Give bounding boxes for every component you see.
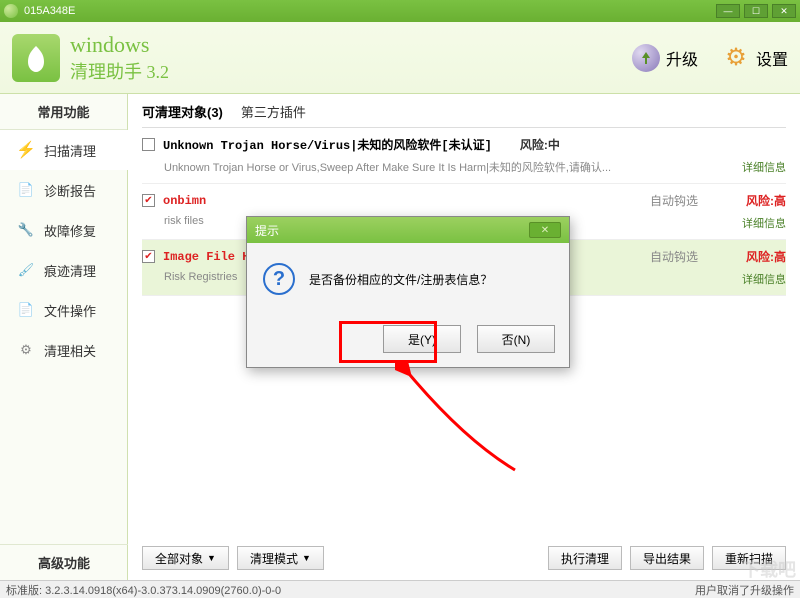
watermark: 下载吧 <box>742 556 796 582</box>
file-icon: 📄 <box>16 300 36 320</box>
app-title: windows 清理助手 3.2 <box>70 32 169 84</box>
upgrade-button[interactable]: 升级 <box>632 44 698 72</box>
version-text: 标准版: 3.2.3.14.0918(x64)-3.0.373.14.0909(… <box>6 582 281 598</box>
result-row-0[interactable]: Unknown Trojan Horse/Virus|未知的风险软件[未认证] … <box>142 128 786 184</box>
brush-icon: 🖌 <box>16 260 36 280</box>
gear-small-icon: ⚙ <box>16 340 36 360</box>
header: windows 清理助手 3.2 升级 ⚙ 设置 <box>0 22 800 94</box>
gear-icon: ⚙ <box>722 44 750 72</box>
close-button[interactable]: ✕ <box>772 4 796 18</box>
sidebar-item-scan-clean[interactable]: ⚡ 扫描清理 <box>0 130 127 170</box>
sidebar-item-file-ops[interactable]: 📄 文件操作 <box>0 290 127 330</box>
titlebar: 015A348E — ☐ ✕ <box>0 0 800 22</box>
dialog-no-button[interactable]: 否(N) <box>477 325 555 353</box>
execute-clean-button[interactable]: 执行清理 <box>548 546 622 570</box>
window-buttons: — ☐ ✕ <box>716 4 796 18</box>
disc-icon <box>632 44 660 72</box>
tab-plugins[interactable]: 第三方插件 <box>241 102 306 121</box>
sidebar-common-title: 常用功能 <box>0 94 127 130</box>
detail-link[interactable]: 详细信息 <box>742 159 786 175</box>
titlebar-logo-icon <box>4 4 18 18</box>
dialog-close-button[interactable]: ✕ <box>529 222 561 238</box>
status-message: 用户取消了升级操作 <box>695 582 794 598</box>
sidebar: 常用功能 ⚡ 扫描清理 📄 诊断报告 🔧 故障修复 🖌 痕迹清理 📄 文件操作 … <box>0 94 128 580</box>
app-logo-icon <box>12 34 60 82</box>
all-objects-dropdown[interactable]: 全部对象▼ <box>142 546 229 570</box>
dialog-message: 是否备份相应的文件/注册表信息？ <box>309 271 492 288</box>
wrench-icon: 🔧 <box>16 220 36 240</box>
statusbar: 标准版: 3.2.3.14.0918(x64)-3.0.373.14.0909(… <box>0 580 800 598</box>
checkbox[interactable]: ✔ <box>142 250 155 263</box>
settings-button[interactable]: ⚙ 设置 <box>722 44 788 72</box>
lightning-icon: ⚡ <box>16 140 36 160</box>
sidebar-advanced-title[interactable]: 高级功能 <box>0 544 128 580</box>
sidebar-item-clean-related[interactable]: ⚙ 清理相关 <box>0 330 127 370</box>
checkbox[interactable]: ✔ <box>142 194 155 207</box>
report-icon: 📄 <box>16 180 36 200</box>
export-result-button[interactable]: 导出结果 <box>630 546 704 570</box>
tab-cleanable[interactable]: 可清理对象(3) <box>142 102 223 121</box>
sidebar-item-diagnosis[interactable]: 📄 诊断报告 <box>0 170 127 210</box>
bottom-toolbar: 全部对象▼ 清理模式▼ 执行清理 导出结果 重新扫描 <box>142 546 786 570</box>
question-icon: ? <box>263 263 295 295</box>
dialog-yes-button[interactable]: 是(Y) <box>383 325 461 353</box>
clean-mode-dropdown[interactable]: 清理模式▼ <box>237 546 324 570</box>
detail-link[interactable]: 详细信息 <box>742 215 786 231</box>
sidebar-item-trace-clean[interactable]: 🖌 痕迹清理 <box>0 250 127 290</box>
sidebar-item-repair[interactable]: 🔧 故障修复 <box>0 210 127 250</box>
window-title: 015A348E <box>24 5 75 17</box>
maximize-button[interactable]: ☐ <box>744 4 768 18</box>
minimize-button[interactable]: — <box>716 4 740 18</box>
confirm-dialog: 提示 ✕ ? 是否备份相应的文件/注册表信息？ 是(Y) 否(N) <box>246 216 570 368</box>
checkbox[interactable] <box>142 138 155 151</box>
dialog-titlebar[interactable]: 提示 ✕ <box>247 217 569 243</box>
detail-link[interactable]: 详细信息 <box>742 271 786 287</box>
